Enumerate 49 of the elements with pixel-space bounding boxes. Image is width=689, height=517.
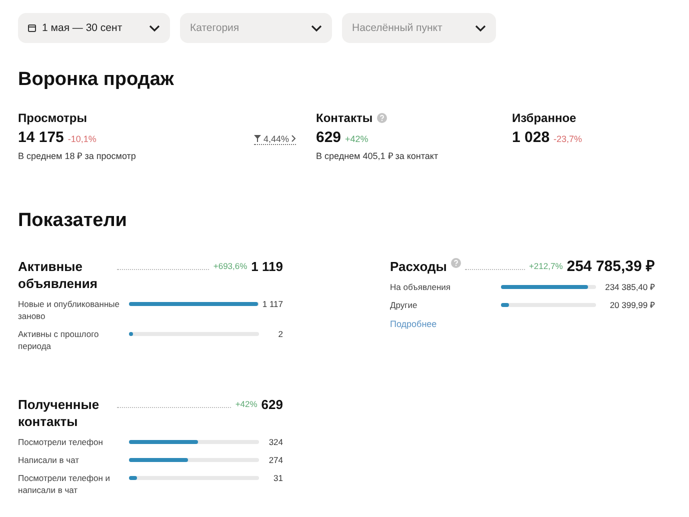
help-icon[interactable] (376, 113, 387, 123)
change-percent: +212,7% (528, 260, 563, 273)
metric-label: Контакты (316, 111, 373, 125)
row-value: 1 117 (261, 298, 283, 310)
chevron-down-icon (149, 24, 160, 32)
funnel-icon (254, 135, 262, 142)
more-link[interactable]: Подробнее (390, 319, 437, 329)
filter-dropdown[interactable]: Категория (180, 13, 332, 43)
group-total: 254 785,39 ₽ (566, 258, 655, 275)
group-title: Расходы (390, 258, 447, 275)
group-title: Полученные контакты (18, 396, 100, 430)
change-percent: +693,6% (213, 260, 248, 273)
metric-value: 1 028 (512, 129, 550, 146)
group-total: 629 (261, 396, 283, 413)
conversion-link[interactable]: 4,44% (254, 134, 296, 144)
section-title: Воронка продаж (18, 69, 175, 91)
filter-dropdown[interactable]: Населённый пункт (342, 13, 496, 43)
row-label: Посмотрели телефон (18, 436, 104, 448)
row-value: 234 385,40 ₽ (604, 281, 655, 293)
metric-note: В среднем 18 ₽ за просмотр (18, 150, 137, 162)
group-total: 1 119 (251, 258, 283, 275)
date-range-dropdown[interactable]: 1 мая — 30 сент (18, 13, 170, 43)
metric-label: Просмотры (18, 111, 88, 125)
row-label: Написали в чат (18, 454, 80, 466)
chevron-right-icon (291, 135, 296, 142)
group-title: Активные объявления (18, 258, 98, 292)
row-label: Посмотрели телефон и написали в чат (18, 472, 112, 496)
row-value: 31 (272, 472, 283, 484)
row-value: 20 399,99 ₽ (608, 299, 655, 311)
metric-value: 629 (316, 129, 342, 146)
row-value: 324 (268, 436, 283, 448)
chevron-down-icon (311, 24, 322, 32)
row-value: 274 (268, 454, 283, 466)
section-title: Показатели (18, 210, 128, 232)
change-percent: +42% (235, 398, 258, 411)
change-percent: -23,7% (554, 134, 582, 144)
row-label: Новые и опубликованные заново (18, 298, 120, 322)
row-label: Активны с прошлого периода (18, 328, 100, 352)
metric-note: В среднем 405,1 ₽ за контакт (316, 150, 440, 162)
row-label: На объявления (390, 281, 452, 293)
chevron-down-icon (475, 24, 486, 32)
row-value: 2 (277, 328, 283, 340)
metric-label: Избранное (512, 111, 576, 125)
change-percent: -10,1% (68, 134, 96, 144)
metric-value: 14 175 (18, 129, 64, 146)
calendar-icon (28, 24, 36, 32)
row-label: Другие (390, 299, 418, 311)
help-icon[interactable] (450, 258, 461, 268)
change-percent: +42% (345, 134, 368, 144)
